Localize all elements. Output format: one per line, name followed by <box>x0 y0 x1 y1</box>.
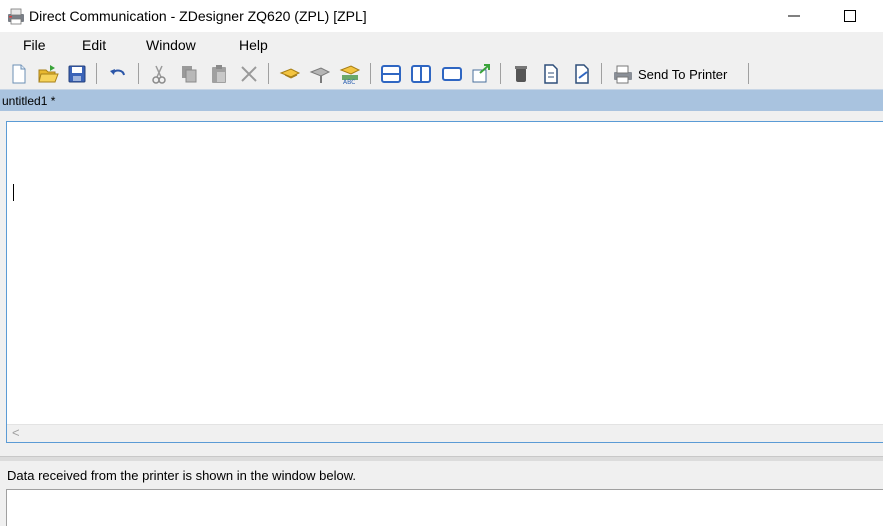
undo-icon[interactable] <box>107 63 129 85</box>
printer-output-area[interactable] <box>6 489 883 526</box>
horizontal-scrollbar[interactable]: < <box>7 424 883 442</box>
toolbar-separator <box>748 63 749 84</box>
export-icon[interactable] <box>470 63 492 85</box>
single-window-icon[interactable] <box>441 63 463 85</box>
toolbar-separator <box>96 63 97 84</box>
split-vertical-icon[interactable] <box>410 63 432 85</box>
toolbar: ABC Send To Printer <box>0 58 883 89</box>
new-file-icon[interactable] <box>8 63 30 85</box>
document-edit-icon[interactable] <box>571 63 593 85</box>
pane-splitter[interactable] <box>0 456 883 461</box>
trash-icon[interactable] <box>510 63 532 85</box>
cut-icon[interactable] <box>148 63 170 85</box>
maximize-icon <box>844 10 856 22</box>
paste-icon[interactable] <box>208 63 230 85</box>
app-printer-icon <box>8 8 24 25</box>
menu-edit[interactable]: Edit <box>82 37 106 53</box>
printer-settings-icon[interactable]: ABC <box>339 63 361 85</box>
toolbar-separator <box>268 63 269 84</box>
send-to-printer-label: Send To Printer <box>638 66 728 82</box>
toolbar-separator <box>601 63 602 84</box>
printer-icon <box>614 65 632 84</box>
save-icon[interactable] <box>66 63 88 85</box>
send-file-icon[interactable] <box>279 63 301 85</box>
command-editor[interactable]: < <box>6 121 883 443</box>
receive-file-icon[interactable] <box>309 63 331 85</box>
send-to-printer-button[interactable]: Send To Printer <box>612 61 744 87</box>
text-caret <box>13 184 14 201</box>
open-folder-icon[interactable] <box>37 63 59 85</box>
tab-untitled1[interactable]: untitled1 * <box>2 94 55 108</box>
scroll-left-arrow-icon[interactable]: < <box>12 425 20 440</box>
copy-icon[interactable] <box>178 63 200 85</box>
output-info-label: Data received from the printer is shown … <box>7 468 357 483</box>
menu-help[interactable]: Help <box>239 37 268 53</box>
title-bar: Direct Communication - ZDesigner ZQ620 (… <box>0 0 883 32</box>
maximize-button[interactable] <box>827 0 873 32</box>
svg-text:ABC: ABC <box>343 79 355 85</box>
minimize-icon <box>788 15 800 17</box>
window-title: Direct Communication - ZDesigner ZQ620 (… <box>29 8 367 24</box>
document-icon[interactable] <box>540 63 562 85</box>
toolbar-separator <box>138 63 139 84</box>
menu-window[interactable]: Window <box>146 37 196 53</box>
document-tab-bar: untitled1 * <box>0 89 883 112</box>
minimize-button[interactable] <box>771 0 817 32</box>
toolbar-separator <box>500 63 501 84</box>
delete-icon[interactable] <box>238 63 260 85</box>
toolbar-separator <box>370 63 371 84</box>
split-horizontal-icon[interactable] <box>380 63 402 85</box>
menu-bar: File Edit Window Help <box>0 32 883 58</box>
menu-file[interactable]: File <box>23 37 46 53</box>
